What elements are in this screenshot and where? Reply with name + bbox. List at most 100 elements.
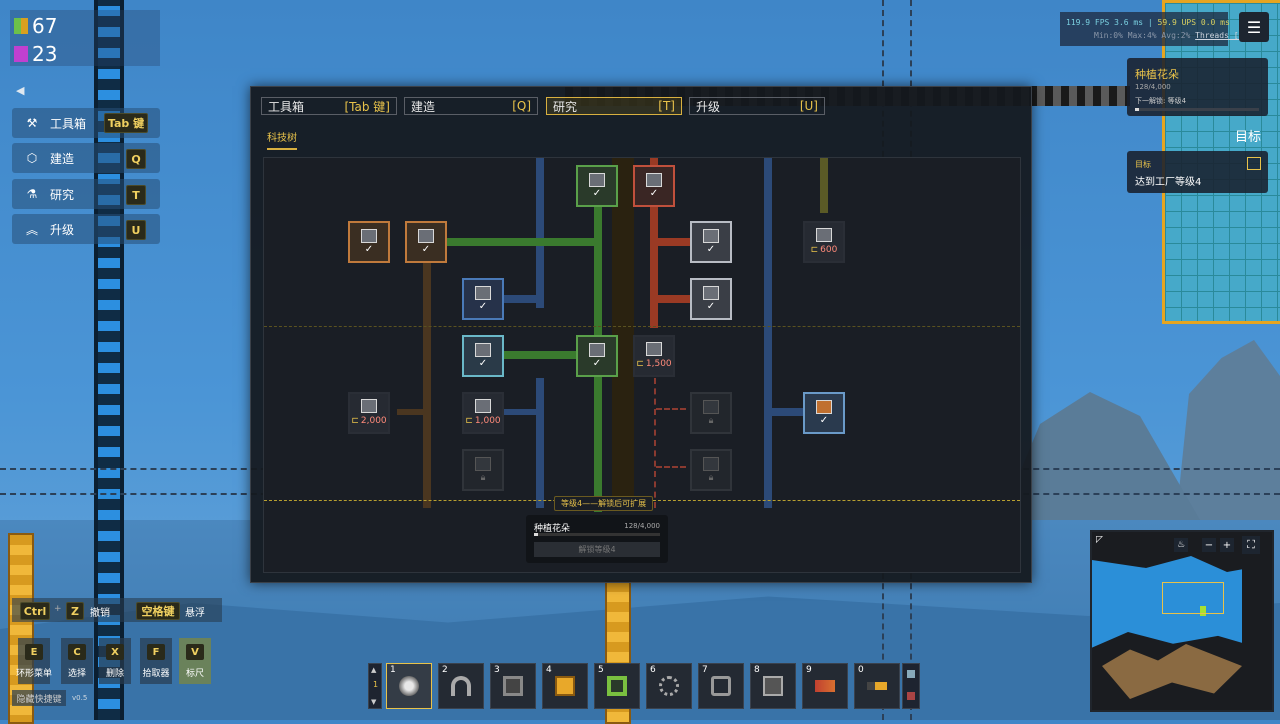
goal-progress-bar	[534, 533, 660, 536]
plus-sign: +	[54, 604, 62, 614]
page-down-icon[interactable]: ▼	[371, 698, 376, 706]
tech-node[interactable]: ✓	[462, 335, 504, 377]
collapse-arrow-icon[interactable]: ◀	[16, 84, 24, 97]
zoom-in-button[interactable]: +	[1220, 538, 1234, 552]
tab-build[interactable]: 建造 [Q]	[404, 97, 538, 115]
coin-icon: ⊏	[465, 416, 473, 426]
tech-node-locked[interactable]: 🔒︎	[690, 449, 732, 491]
unlock-level-button[interactable]: 解锁等级4	[534, 542, 660, 557]
lock-icon: 🔒︎	[708, 473, 714, 483]
hotkey-picker[interactable]: F 拾取器	[140, 638, 172, 684]
tech-node-locked[interactable]: 🔒︎	[690, 392, 732, 434]
goal-card: 种植花朵 128/4,000 解锁等级4	[526, 515, 668, 563]
cpu-readout: Min:0% Max:4% Avg:2%	[1094, 31, 1191, 40]
tech-node-locked-cost[interactable]: ⊏ 1,000	[462, 392, 504, 434]
hotkey-key: X	[106, 644, 124, 660]
node-check: ✓	[478, 357, 488, 369]
hotbar-slot-4[interactable]: 4	[542, 663, 588, 709]
tech-icon	[475, 457, 491, 471]
node-check: ✓	[364, 243, 374, 255]
tech-node[interactable]: ✓	[576, 335, 618, 377]
node-cost-value: 2,000	[360, 416, 387, 426]
key-hint-q: Q	[126, 149, 146, 169]
slot-number: 1	[390, 665, 396, 675]
hide-shortcuts-button[interactable]: 隐藏快捷键	[12, 690, 66, 706]
link-line	[656, 466, 686, 468]
hotkey-delete[interactable]: X 删除	[99, 638, 131, 684]
tab-label: 升级	[696, 99, 721, 114]
hotbar-slot-5[interactable]: 5	[594, 663, 640, 709]
tech-node[interactable]: ✓	[576, 165, 618, 207]
tech-node[interactable]: ✓	[633, 165, 675, 207]
zoom-out-button[interactable]: −	[1202, 538, 1216, 552]
hotbar-slot-9[interactable]: 9	[802, 663, 848, 709]
tech-icon	[816, 399, 832, 414]
tab-toolbox[interactable]: 工具箱 [Tab 键]	[261, 97, 397, 115]
quest-card-goal[interactable]: 目标 达到工厂等级4	[1127, 151, 1268, 193]
lock-icon: 🔒︎	[708, 416, 714, 426]
slot-number: 5	[598, 665, 604, 675]
link-line	[397, 409, 427, 415]
tab-research[interactable]: 研究 [T]	[546, 97, 682, 115]
minimap[interactable]: ♨ − + ⛶ ◸	[1090, 530, 1274, 712]
hotkey-ruler[interactable]: V 标尺	[179, 638, 211, 684]
side-button-label: 建造	[50, 151, 75, 166]
tech-icon	[361, 228, 377, 243]
hotkey-ring-menu[interactable]: E 环形菜单	[16, 638, 52, 684]
slot-number: 4	[546, 665, 552, 675]
tech-icon	[418, 228, 434, 243]
link-line	[650, 295, 695, 303]
hotkey-label: 删除	[105, 669, 124, 679]
tab-label: 工具箱	[268, 99, 305, 114]
hotkey-label: 标尺	[185, 669, 204, 679]
level-unlock-hint: 等级4——解锁后可扩展	[554, 496, 654, 511]
quest-card-main[interactable]: 种植花朵 128/4,000 下一解锁: 等级4	[1127, 58, 1268, 116]
tech-node[interactable]: ✓	[348, 221, 390, 263]
subtab-tech-tree[interactable]: 科技树	[267, 129, 297, 150]
key-z: Z	[66, 602, 84, 620]
tech-node-locked[interactable]: 🔒︎	[462, 449, 504, 491]
slot-number: 8	[754, 665, 760, 675]
hotbar-extra[interactable]	[902, 663, 920, 709]
link-line	[820, 158, 828, 213]
tech-node[interactable]: ✓	[690, 221, 732, 263]
tech-node[interactable]: ✓	[803, 392, 845, 434]
hotbar-slot-3[interactable]: 3	[490, 663, 536, 709]
tech-node[interactable]: ✓	[462, 278, 504, 320]
page-up-icon[interactable]: ▲	[371, 666, 376, 674]
extractor-icon	[399, 676, 419, 696]
level-line	[264, 326, 1020, 327]
green-resource-icon	[14, 18, 28, 34]
fps-readout: 119.9 FPS 3.6 ms |	[1066, 18, 1153, 27]
node-check: ✓	[706, 243, 716, 255]
hotkey-key: E	[25, 644, 43, 660]
fullscreen-icon[interactable]: ⛶	[1242, 536, 1260, 554]
hotkey-key: C	[68, 644, 86, 660]
hotbar-slot-2[interactable]: 2	[438, 663, 484, 709]
link-line	[536, 158, 544, 308]
flame-icon[interactable]: ♨	[1174, 538, 1188, 552]
node-check: ✓	[649, 187, 659, 199]
hotbar-slot-6[interactable]: 6	[646, 663, 692, 709]
tab-upgrade[interactable]: 升级 [U]	[689, 97, 825, 115]
undo-label[interactable]: 撤销	[90, 604, 110, 619]
ups-readout: 59.9 UPS 0.0 ms	[1157, 18, 1230, 27]
coin-icon: ⊏	[636, 359, 644, 369]
hotkey-select[interactable]: C 选择	[61, 638, 93, 684]
hotbar-slot-0[interactable]: 0	[854, 663, 900, 709]
resource-purple-count: 23	[32, 42, 58, 66]
hotbar-pager[interactable]: ▲ 1 ▼	[368, 663, 382, 709]
tech-node-locked-cost[interactable]: ⊏ 1,500	[633, 335, 675, 377]
hotbar-slot-7[interactable]: 7	[698, 663, 744, 709]
tech-node-locked-cost[interactable]: ⊏ 600	[803, 221, 845, 263]
tech-node[interactable]: ✓	[690, 278, 732, 320]
hotbar-slot-8[interactable]: 8	[750, 663, 796, 709]
tech-node-locked-cost[interactable]: ⊏ 2,000	[348, 392, 390, 434]
hover-label[interactable]: 悬浮	[185, 604, 205, 619]
tech-node[interactable]: ✓	[405, 221, 447, 263]
hamburger-menu-icon[interactable]: ☰	[1239, 12, 1269, 42]
hotbar-slot-1[interactable]: 1	[386, 663, 432, 709]
link-line	[650, 238, 695, 246]
node-check: ✓	[592, 187, 602, 199]
slot-number: 2	[442, 665, 448, 675]
